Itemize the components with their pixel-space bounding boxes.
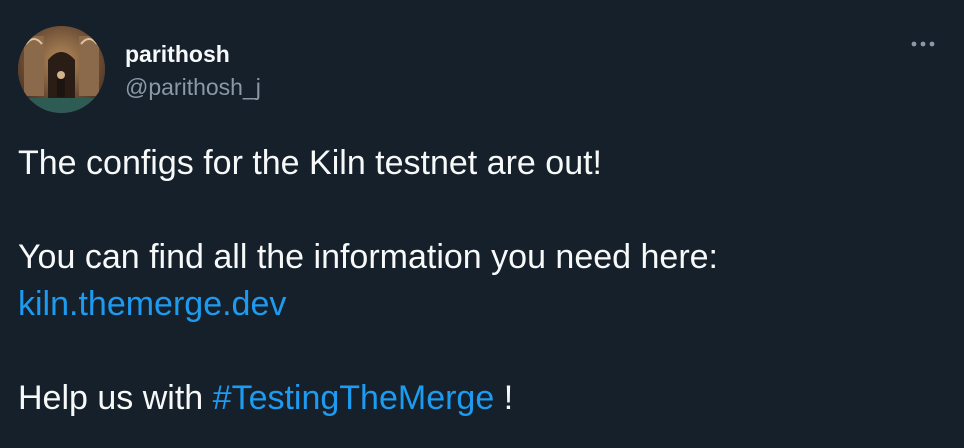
avatar[interactable] (18, 26, 105, 113)
more-options-button[interactable] (908, 34, 938, 54)
external-link[interactable]: kiln.themerge.dev (18, 285, 286, 323)
tweet-header: parithosh @parithosh_j (18, 26, 261, 113)
tweet-line-3: Help us with #TestingTheMerge ! (18, 375, 946, 422)
author-names: parithosh @parithosh_j (125, 39, 261, 101)
tweet-line-2: You can find all the information you nee… (18, 238, 719, 276)
tweet-line-3-prefix: Help us with (18, 379, 204, 417)
tweet-line-1: The configs for the Kiln testnet are out… (18, 144, 602, 182)
line-break (18, 187, 946, 234)
tweet-card: parithosh @parithosh_j The configs for t… (0, 0, 964, 448)
line-break (18, 328, 946, 375)
display-name[interactable]: parithosh (125, 41, 261, 68)
tweet-link-line: kiln.themerge.dev (18, 281, 946, 328)
tweet-line-3-suffix: ! (503, 379, 514, 417)
more-icon (911, 41, 935, 47)
hashtag-link[interactable]: #TestingTheMerge (213, 379, 495, 417)
tweet-text: The configs for the Kiln testnet are out… (18, 140, 946, 422)
user-handle[interactable]: @parithosh_j (125, 74, 261, 101)
avatar-photo-icon (18, 26, 105, 113)
